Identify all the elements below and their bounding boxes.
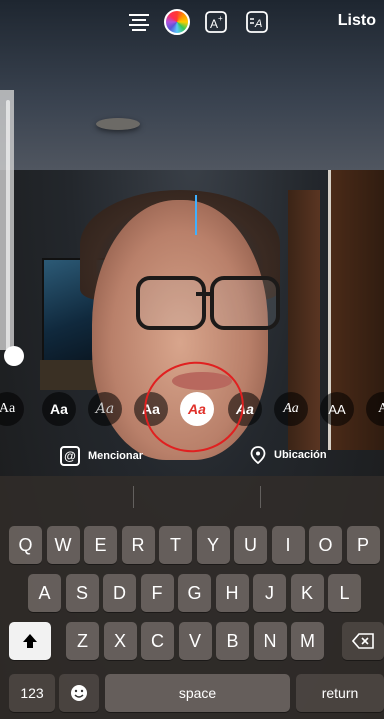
done-button[interactable]: Listo xyxy=(338,12,376,30)
shift-key[interactable] xyxy=(9,622,51,660)
color-wheel-icon[interactable] xyxy=(164,9,190,35)
text-animate-icon[interactable]: A xyxy=(244,9,270,35)
emoji-key[interactable] xyxy=(59,674,99,712)
suggestion-divider xyxy=(133,486,134,508)
mention-button[interactable]: @ Mencionar xyxy=(60,446,143,466)
key-s[interactable]: S xyxy=(65,574,99,612)
key-m[interactable]: M xyxy=(291,622,324,660)
suggestion-divider xyxy=(260,486,261,508)
key-o[interactable]: O xyxy=(309,526,342,564)
story-editor: A + A Listo Aa Aa Aa Aa Aa Aa Aa AA A @ M… xyxy=(0,0,384,719)
key-j[interactable]: J xyxy=(253,574,286,612)
key-d[interactable]: D xyxy=(103,574,136,612)
return-key[interactable]: return xyxy=(296,674,384,712)
text-cursor xyxy=(195,195,197,235)
emoji-icon xyxy=(71,685,87,701)
font-option-uppercase[interactable]: AA xyxy=(320,392,354,426)
numbers-key[interactable]: 123 xyxy=(9,674,55,712)
key-f[interactable]: F xyxy=(140,574,174,612)
key-w[interactable]: W xyxy=(46,526,80,564)
key-h[interactable]: H xyxy=(215,574,249,612)
at-sign-icon: @ xyxy=(60,446,80,466)
font-option-script[interactable]: Aa xyxy=(88,392,122,426)
key-b[interactable]: B xyxy=(216,622,249,660)
key-y[interactable]: Y xyxy=(196,526,230,564)
key-x[interactable]: X xyxy=(103,622,137,660)
key-r[interactable]: R xyxy=(121,526,155,564)
key-a[interactable]: A xyxy=(28,574,61,612)
key-e[interactable]: E xyxy=(84,526,117,564)
glasses-left-lens xyxy=(136,276,206,330)
key-t[interactable]: T xyxy=(159,526,192,564)
keyboard: QWERTYUIOP ASDFGHJKL ZXCVBNM 123 space r… xyxy=(0,476,384,719)
text-size-slider[interactable] xyxy=(4,100,24,366)
location-button[interactable]: Ubicación xyxy=(250,446,327,464)
glasses-right-lens xyxy=(210,276,280,330)
key-u[interactable]: U xyxy=(234,526,267,564)
backspace-icon xyxy=(352,633,374,649)
key-v[interactable]: V xyxy=(178,622,212,660)
svg-text:A: A xyxy=(254,18,262,30)
key-i[interactable]: I xyxy=(271,526,305,564)
key-k[interactable]: K xyxy=(290,574,324,612)
ceiling-lamp xyxy=(96,118,140,130)
svg-text:A: A xyxy=(210,17,218,31)
text-effect-icon[interactable]: A + xyxy=(203,9,229,35)
space-key[interactable]: space xyxy=(105,674,290,712)
glasses-bridge xyxy=(196,292,212,296)
key-l[interactable]: L xyxy=(328,574,361,612)
key-p[interactable]: P xyxy=(346,526,380,564)
top-toolbar: A + A Listo xyxy=(0,0,384,44)
key-g[interactable]: G xyxy=(178,574,211,612)
font-option-serif[interactable]: A xyxy=(366,392,384,426)
text-align-icon[interactable] xyxy=(126,9,152,35)
key-z[interactable]: Z xyxy=(66,622,99,660)
font-option-serif-italic[interactable]: Aa xyxy=(274,392,308,426)
mention-label: Mencionar xyxy=(88,450,144,462)
text-size-slider-knob[interactable] xyxy=(4,346,24,366)
sticker-shortcuts: @ Mencionar Ubicación xyxy=(0,440,384,474)
key-n[interactable]: N xyxy=(253,622,287,660)
key-q[interactable]: Q xyxy=(9,526,42,564)
font-option-classic[interactable]: Aa xyxy=(0,392,24,426)
font-option-modern[interactable]: Aa xyxy=(42,392,76,426)
delete-key[interactable] xyxy=(342,622,384,660)
svg-text:+: + xyxy=(218,14,223,23)
location-pin-icon xyxy=(250,446,266,464)
key-c[interactable]: C xyxy=(141,622,174,660)
location-label: Ubicación xyxy=(274,449,327,461)
shift-icon xyxy=(23,634,37,648)
